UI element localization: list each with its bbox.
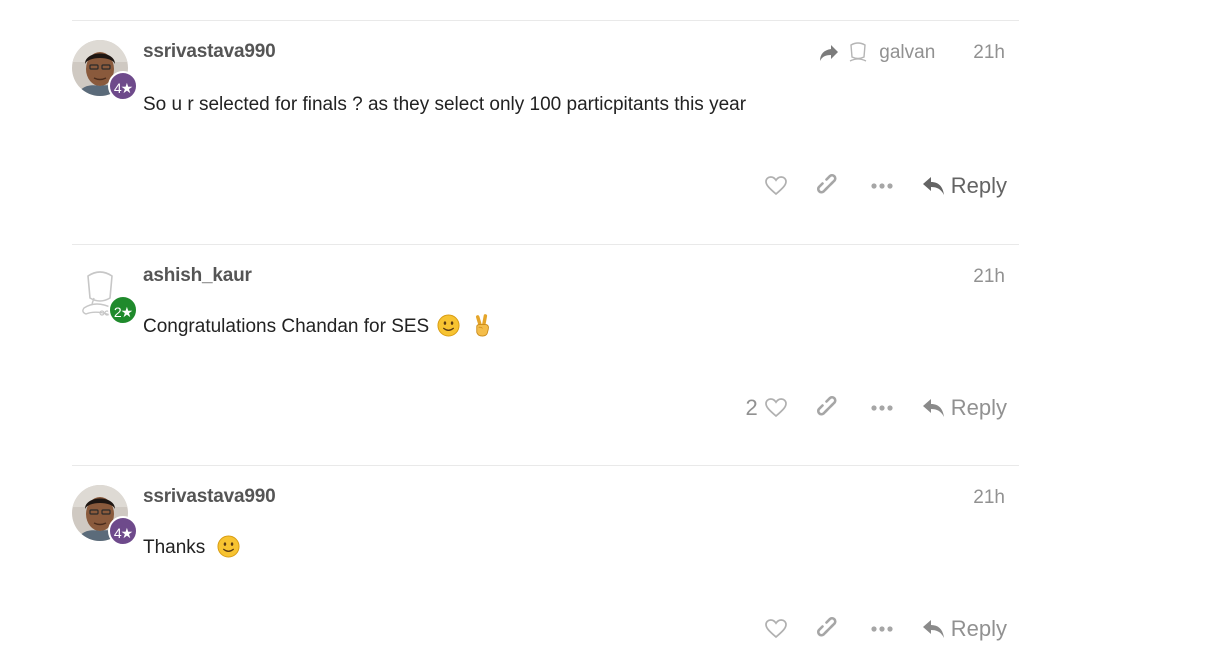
reply-arrow-icon [922, 399, 944, 417]
more-actions-button[interactable] [870, 616, 894, 642]
post-controls: 2 Reply [746, 395, 1008, 421]
reply-label: Reply [950, 395, 1007, 420]
post-body: Thanks [143, 535, 240, 560]
like-count[interactable]: 2 [746, 395, 758, 421]
like-button[interactable] [764, 616, 788, 642]
reply-button[interactable]: Reply [922, 616, 1007, 642]
reply-to-avatar-icon [850, 42, 867, 62]
username[interactable]: ssrivastava990 [143, 486, 276, 508]
ellipsis-icon [871, 405, 893, 411]
post-date[interactable]: 21h [973, 487, 1005, 509]
reply-arrow-icon [922, 177, 944, 195]
like-button[interactable] [764, 395, 788, 421]
heart-icon [764, 176, 787, 196]
username[interactable]: ashish_kaur [143, 265, 252, 287]
share-link-button[interactable] [816, 173, 841, 199]
slightly-smiling-face-icon [436, 314, 460, 337]
victory-hand-icon [475, 314, 489, 337]
post-info: 21h [973, 486, 1005, 510]
reply-to-username: galvan [879, 42, 936, 63]
user-flair-badge: 2★ [108, 295, 138, 325]
avatar-wrap[interactable]: 4★ [72, 485, 138, 546]
reply-label: Reply [950, 173, 1007, 198]
topic-stream: 4★ ssrivastava990 galvan 21h So u r sele… [72, 20, 1019, 666]
like-button[interactable] [764, 173, 788, 199]
more-actions-button[interactable] [870, 173, 894, 199]
avatar-wrap[interactable]: 4★ [72, 40, 138, 101]
post-text: Thanks [143, 537, 206, 558]
reply-arrow-icon [922, 620, 944, 638]
post-body: So u r selected for finals ? as they sel… [143, 93, 746, 117]
ellipsis-icon [871, 183, 893, 189]
post-info: 21h [973, 265, 1005, 289]
post: 4★ ssrivastava990 galvan 21h So u r sele… [72, 20, 1019, 244]
username[interactable]: ssrivastava990 [143, 41, 276, 63]
post: 2★ ashish_kaur 21h Congratulations Chand… [72, 244, 1019, 465]
heart-icon [764, 619, 787, 639]
post: 4★ ssrivastava990 21h Thanks Reply [72, 465, 1019, 666]
share-link-button[interactable] [816, 395, 841, 421]
share-link-button[interactable] [816, 616, 841, 642]
post-text: Congratulations Chandan for SES [143, 316, 430, 337]
reply-to-tab[interactable]: galvan [819, 41, 935, 65]
link-icon [816, 396, 837, 416]
post-controls: Reply [764, 173, 1007, 199]
slightly-smiling-face-icon [217, 535, 240, 558]
user-flair-badge: 4★ [108, 71, 138, 101]
reply-button[interactable]: Reply [922, 173, 1007, 199]
post-body: Congratulations Chandan for SES [143, 314, 494, 339]
share-arrow-icon [820, 45, 839, 61]
post-info: galvan 21h [819, 41, 1005, 65]
post-text: So u r selected for finals ? as they sel… [143, 94, 747, 115]
user-flair-badge: 4★ [108, 516, 138, 546]
link-icon [816, 174, 837, 194]
post-date[interactable]: 21h [973, 42, 1005, 64]
avatar-wrap[interactable]: 2★ [72, 264, 138, 325]
reply-button[interactable]: Reply [922, 395, 1007, 421]
post-date[interactable]: 21h [973, 266, 1005, 288]
ellipsis-icon [871, 626, 893, 632]
reply-label: Reply [950, 616, 1007, 641]
more-actions-button[interactable] [870, 395, 894, 421]
post-controls: Reply [764, 616, 1007, 642]
heart-icon [764, 398, 787, 418]
link-icon [816, 617, 837, 637]
